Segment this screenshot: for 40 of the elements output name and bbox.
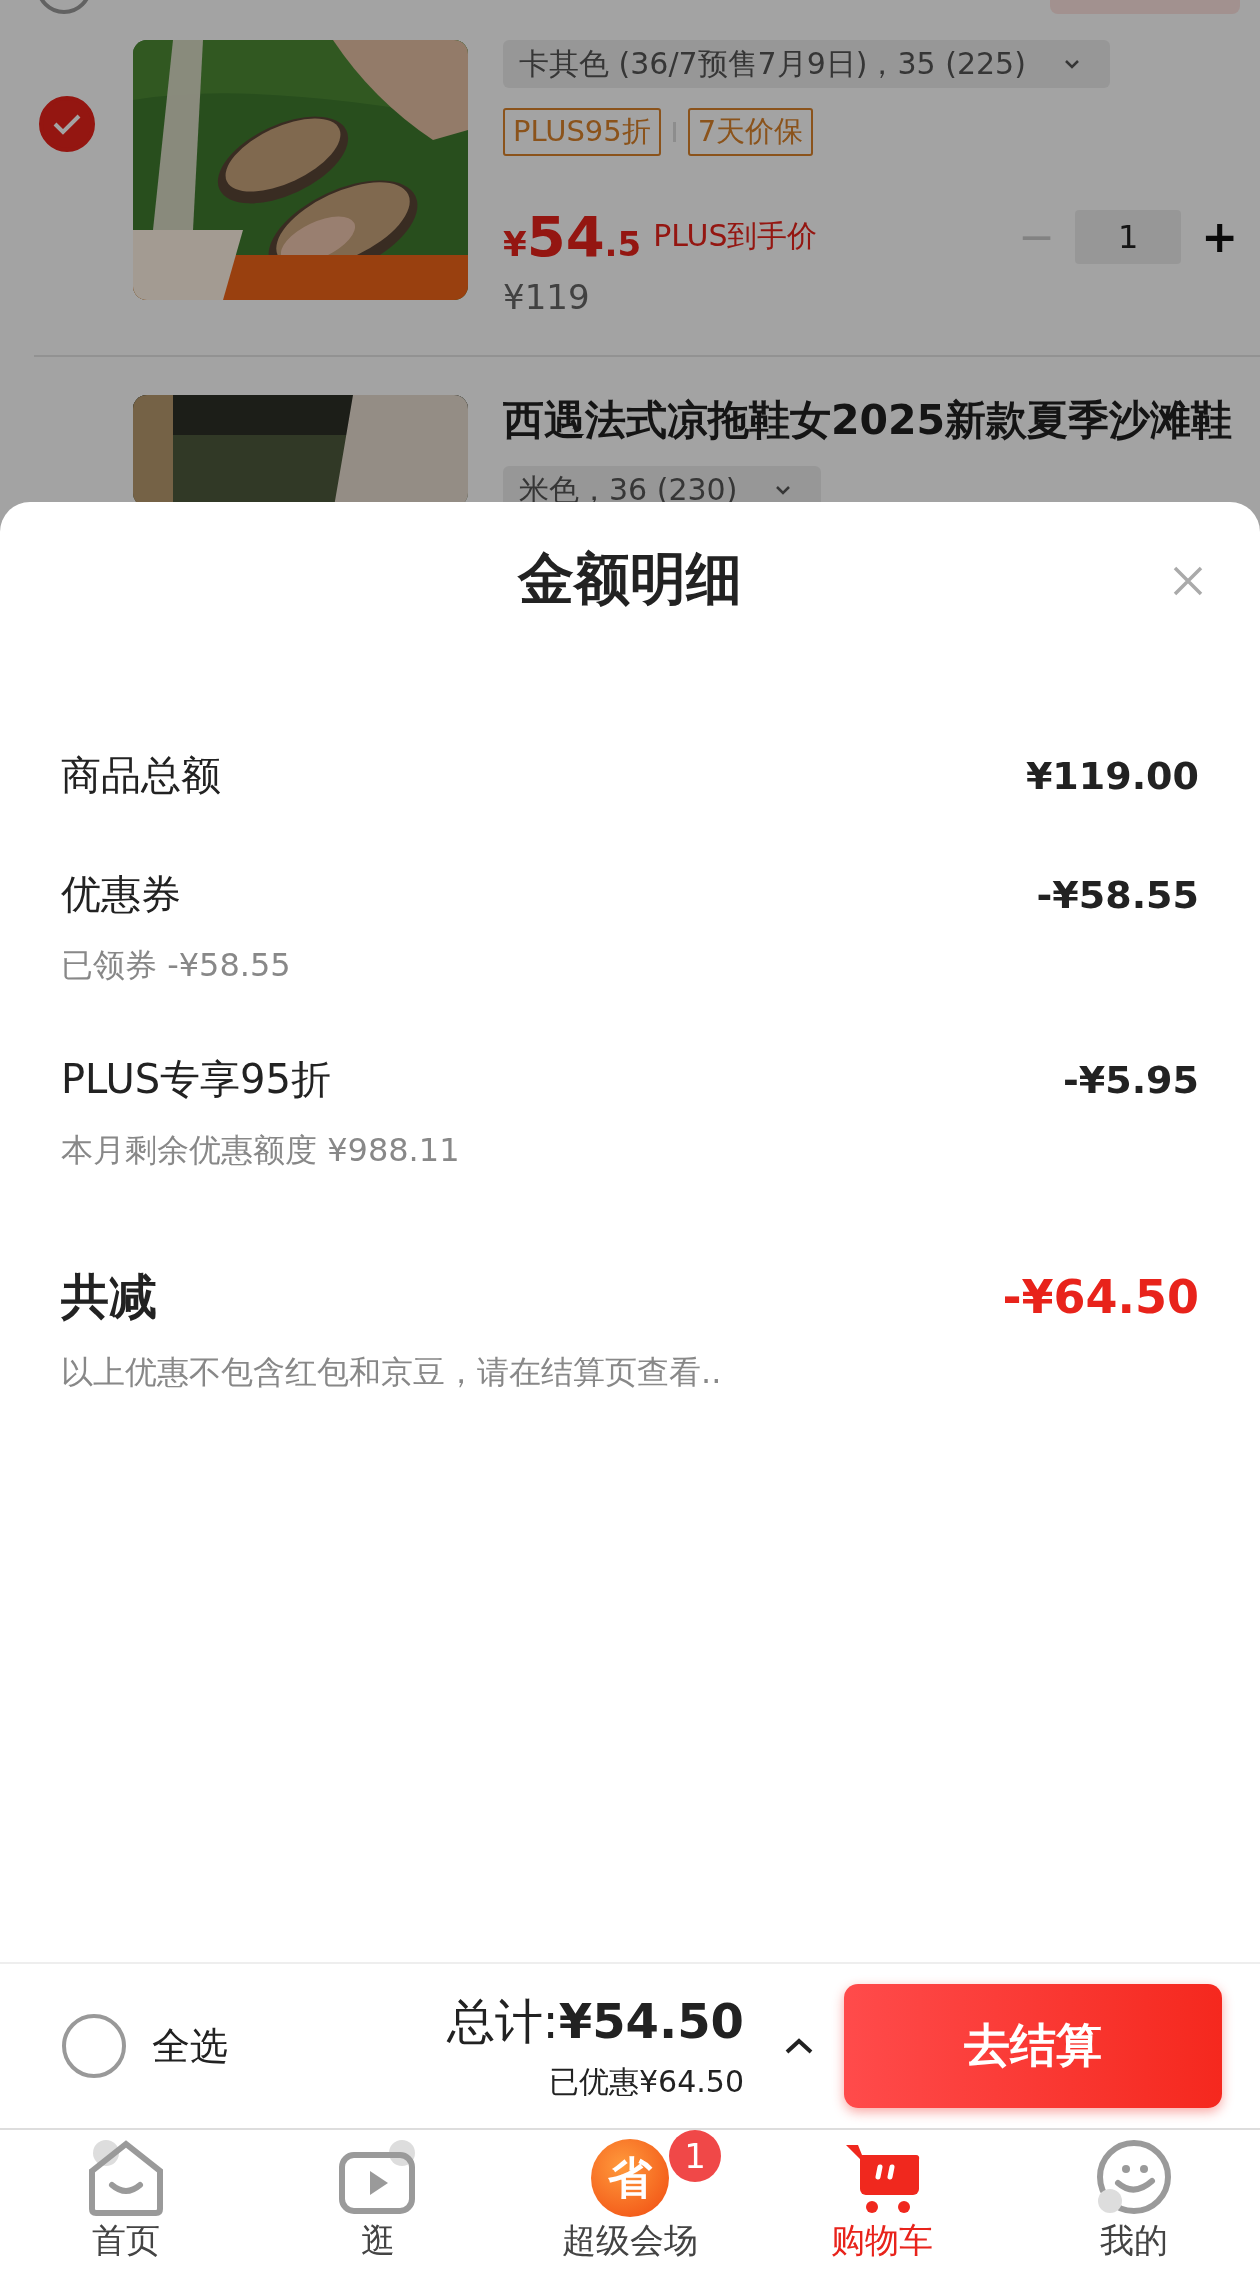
amount-label: 商品总额 xyxy=(61,751,221,800)
original-price: ¥119 xyxy=(503,277,591,317)
close-icon[interactable] xyxy=(1171,564,1205,598)
amount-value: -¥58.55 xyxy=(1036,872,1199,917)
product-title: 西遇法式凉拖鞋女2025新款夏季沙滩鞋 xyxy=(503,395,1234,446)
amount-label: PLUS专享95折 xyxy=(61,1055,331,1104)
tab-item[interactable]: 我的 xyxy=(1034,2130,1234,2261)
total-amount: -¥64.50 xyxy=(1002,1270,1199,1324)
amount-value: ¥119.00 xyxy=(1025,753,1199,798)
count-badge: 1 xyxy=(669,2130,721,2182)
chevron-up-icon[interactable] xyxy=(784,2037,814,2055)
play-icon xyxy=(338,2139,418,2217)
chevron-down-icon xyxy=(1063,59,1080,69)
tab-item[interactable]: 首页 xyxy=(26,2130,226,2261)
home-icon xyxy=(86,2139,166,2217)
checkmark-icon xyxy=(51,112,82,136)
promo-icon: 省 xyxy=(591,2139,669,2217)
tab-item[interactable]: 购物车 xyxy=(782,2130,982,2261)
variant-selector[interactable]: 卡其色 (36/7预售7月9日)，35 (225) xyxy=(503,40,1110,88)
tab-item[interactable]: 省 1 超级会场 xyxy=(530,2130,730,2261)
smiley-icon xyxy=(1094,2139,1174,2217)
note-text: 已领券 -¥58.55 xyxy=(61,945,292,986)
amount-label: 优惠券 xyxy=(61,870,181,919)
quantity-field[interactable]: 1 xyxy=(1075,209,1182,264)
saved-text: 已优惠¥64.50 xyxy=(549,2062,744,2101)
price-label: PLUS到手价 xyxy=(653,217,818,255)
tab-item[interactable]: 逛 xyxy=(278,2130,478,2261)
amount-value: -¥5.95 xyxy=(1063,1057,1199,1102)
price-text: ¥54.5 xyxy=(503,204,642,269)
note-text: 本月剩余优惠额度 ¥988.11 xyxy=(61,1130,461,1171)
sheet-title: 金额明细 xyxy=(518,545,742,613)
total-label: 共减 xyxy=(61,1267,157,1326)
select-all-label[interactable]: 全选 xyxy=(152,2020,228,2072)
promo-tag: 7天价保 xyxy=(687,108,814,156)
plus-button[interactable]: + xyxy=(1201,214,1238,259)
total-text: 总计:¥54.50 xyxy=(446,1991,744,2051)
checkout-button[interactable]: 去结算 xyxy=(844,1984,1222,2108)
chevron-down-icon xyxy=(775,485,792,495)
note-text: 以上优惠不包含红包和京豆，请在结算页查看.. xyxy=(61,1352,723,1393)
promo-tag: PLUS95折 xyxy=(503,108,661,156)
